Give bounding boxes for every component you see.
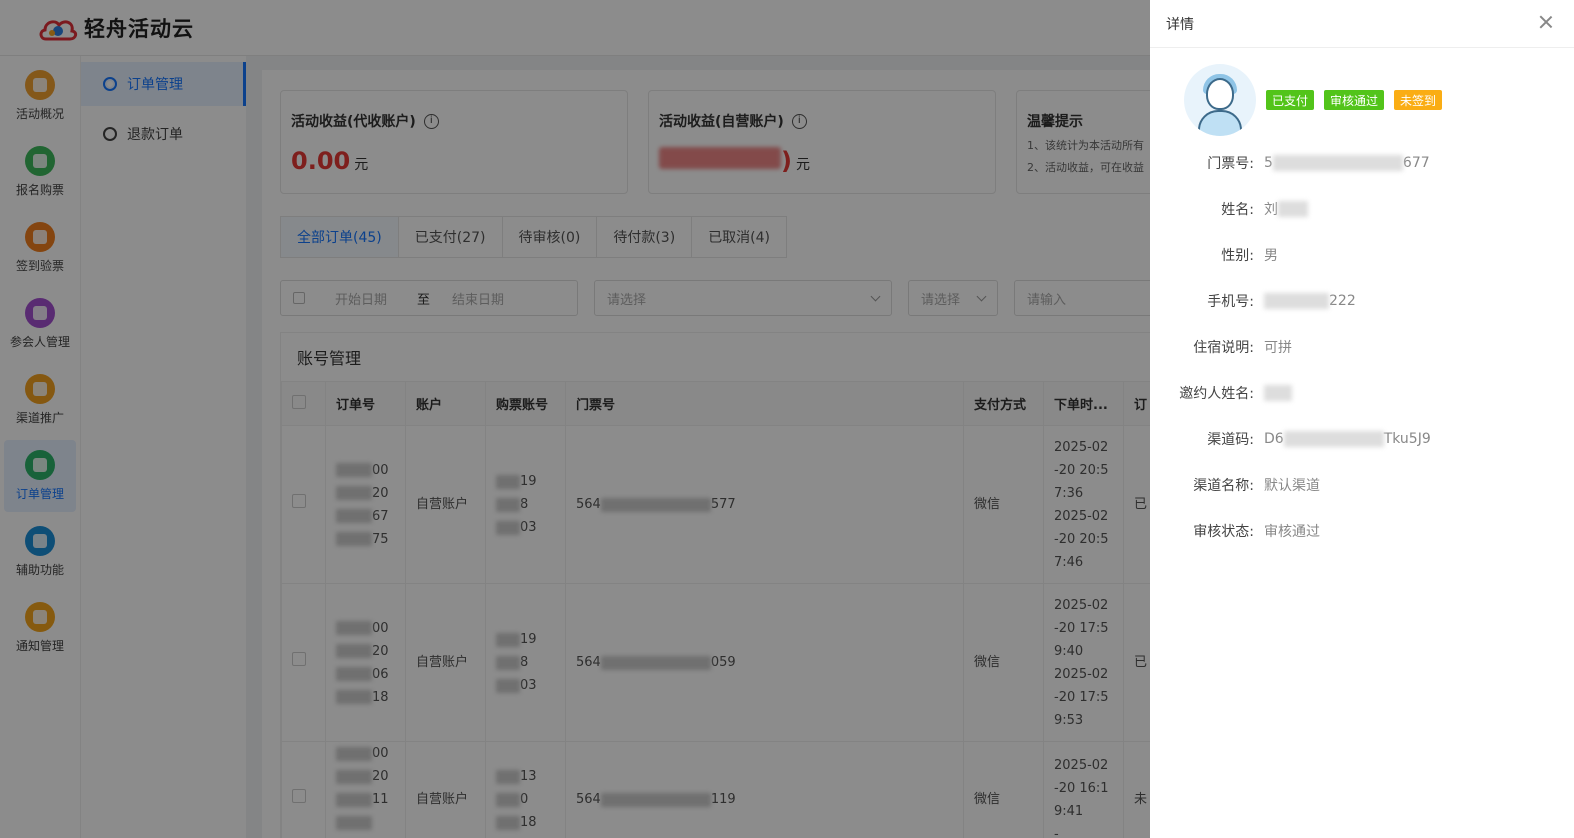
detail-label: 审核状态: <box>1193 524 1254 540</box>
masked-text <box>1264 385 1292 401</box>
detail-label: 门票号: <box>1207 156 1254 172</box>
detail-row: 性别: 男 <box>1150 232 1574 278</box>
detail-label: 性别: <box>1221 248 1254 264</box>
status-badges: 已支付 审核通过 未签到 <box>1266 90 1443 110</box>
status-badge: 审核通过 <box>1324 90 1385 110</box>
detail-drawer: 详情 已支付 审核通过 未签到 门票号: 5 677 姓名: 刘性别: 男手机号: 222 住宿说… <box>1150 0 1574 838</box>
drawer-title: 详情 <box>1166 16 1194 33</box>
detail-value: 男 <box>1264 248 1278 264</box>
detail-row: 住宿说明: 可拼 <box>1150 324 1574 370</box>
drawer-header: 详情 <box>1150 0 1574 48</box>
detail-row: 渠道码: D6 Tku5J9 <box>1150 416 1574 462</box>
detail-row: 门票号: 5 677 <box>1150 140 1574 186</box>
detail-row: 邀约人姓名: <box>1150 370 1574 416</box>
detail-value: 默认渠道 <box>1264 478 1320 494</box>
detail-label: 邀约人姓名: <box>1179 386 1254 402</box>
detail-row: 手机号: 222 <box>1150 278 1574 324</box>
detail-value <box>1264 385 1292 401</box>
detail-label: 住宿说明: <box>1193 340 1254 356</box>
detail-label: 姓名: <box>1221 202 1254 218</box>
detail-row: 渠道名称: 默认渠道 <box>1150 462 1574 508</box>
detail-label: 渠道码: <box>1207 432 1254 448</box>
status-badge: 未签到 <box>1394 90 1443 110</box>
profile-section: 已支付 审核通过 未签到 <box>1150 48 1574 136</box>
status-badge: 已支付 <box>1266 90 1315 110</box>
detail-value: 5 677 <box>1264 155 1430 171</box>
masked-text <box>1264 293 1329 309</box>
detail-value: 可拼 <box>1264 340 1292 356</box>
masked-text <box>1278 201 1308 217</box>
detail-value: 审核通过 <box>1264 524 1320 540</box>
detail-row: 审核状态: 审核通过 <box>1150 508 1574 554</box>
detail-value: D6 Tku5J9 <box>1264 431 1431 447</box>
masked-text <box>1283 431 1384 447</box>
close-icon[interactable] <box>1538 14 1554 30</box>
avatar <box>1184 64 1256 136</box>
masked-text <box>1272 155 1403 171</box>
detail-label: 手机号: <box>1207 294 1254 310</box>
detail-row: 姓名: 刘 <box>1150 186 1574 232</box>
detail-label: 渠道名称: <box>1193 478 1254 494</box>
detail-value: 刘 <box>1264 199 1308 219</box>
detail-fields: 门票号: 5 677 姓名: 刘性别: 男手机号: 222 住宿说明: 可拼邀约人姓名: 渠道码:… <box>1150 140 1574 554</box>
detail-value: 222 <box>1264 293 1356 309</box>
